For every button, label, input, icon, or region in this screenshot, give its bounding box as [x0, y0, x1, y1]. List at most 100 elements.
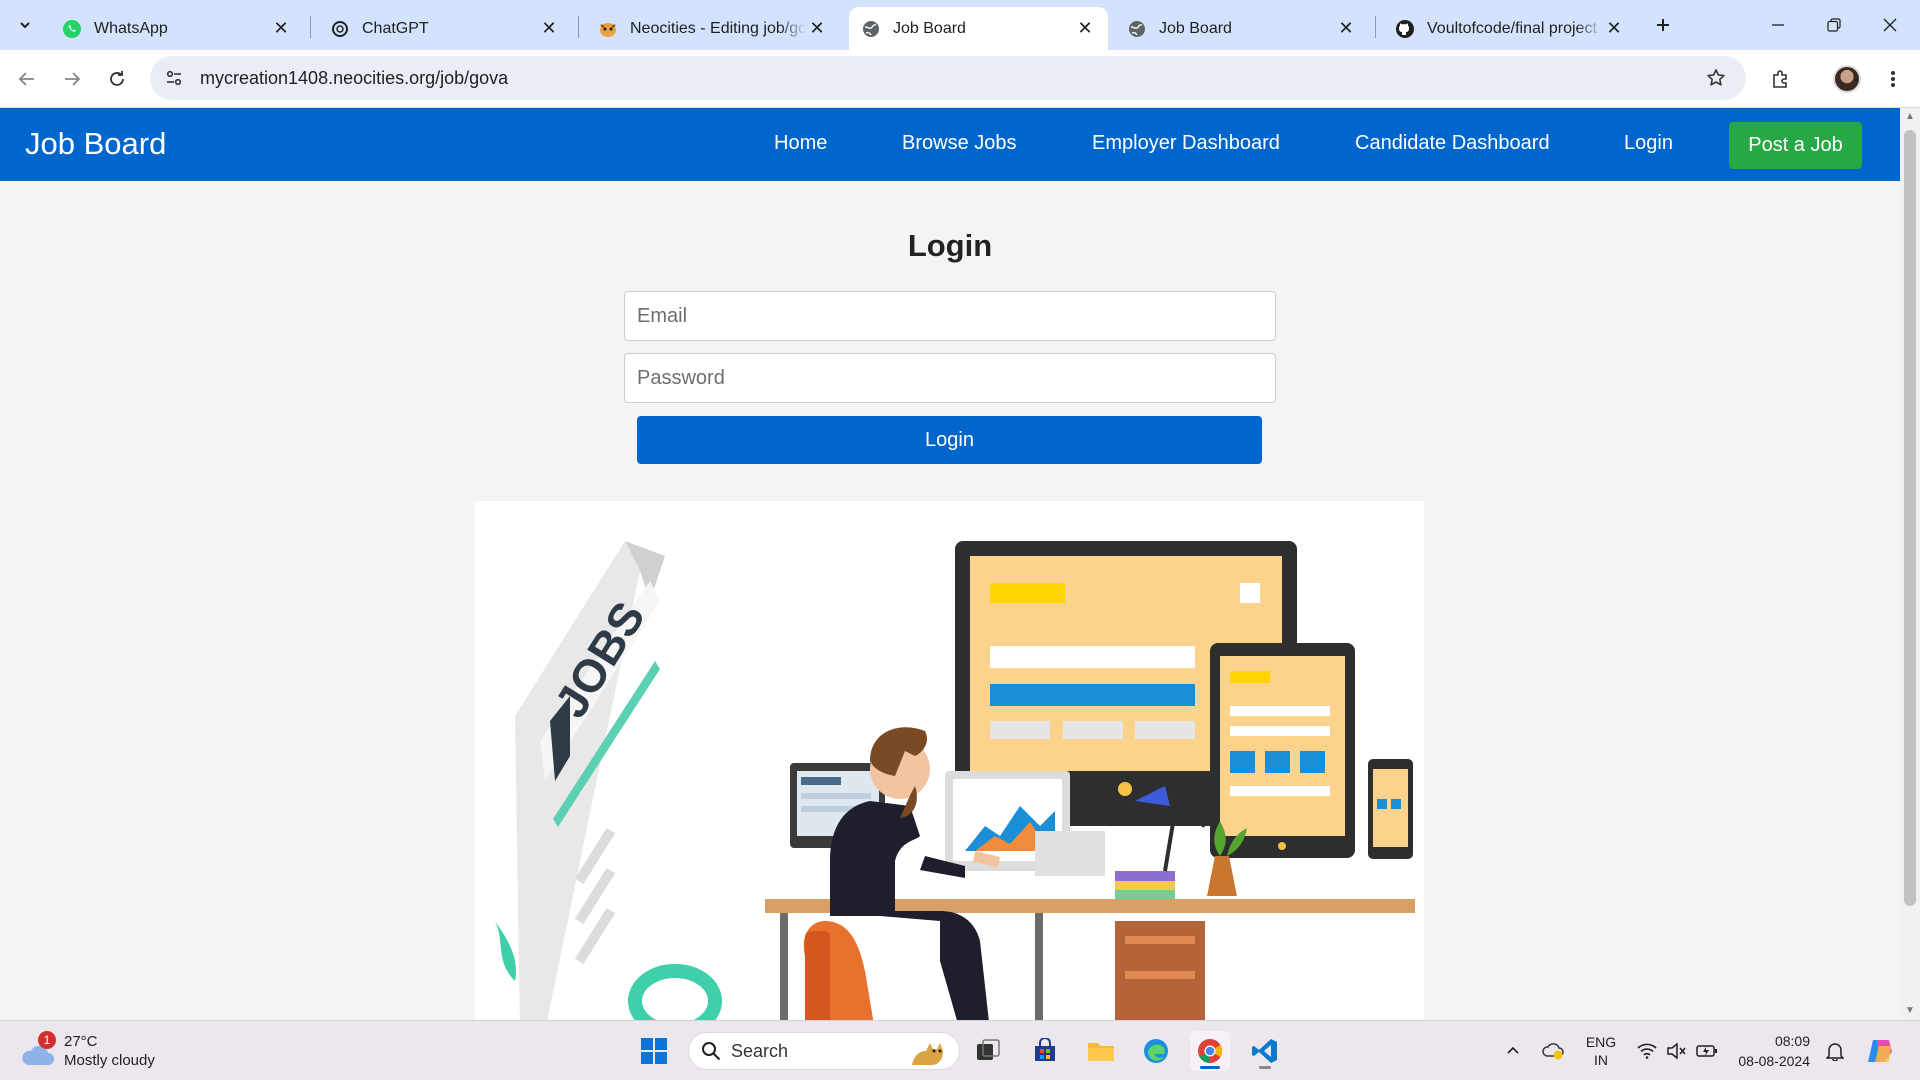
tab-title: Neocities - Editing job/gova: [630, 19, 806, 37]
close-tab-icon[interactable]: ✕: [1074, 18, 1096, 40]
more-vertical-icon: [1891, 71, 1895, 87]
globe-icon: [1127, 19, 1147, 39]
profile-button[interactable]: [1830, 62, 1864, 96]
nav-home[interactable]: Home: [774, 132, 827, 155]
new-tab-button[interactable]: [1650, 12, 1676, 38]
close-icon: [1883, 18, 1897, 32]
nav-employer-dashboard[interactable]: Employer Dashboard: [1092, 132, 1280, 155]
tab-job-board[interactable]: Job Board ✕: [1115, 7, 1369, 50]
windows-taskbar: 1 27°C Mostly cloudy Search ENG IN 08:09…: [0, 1020, 1920, 1080]
bell-icon: [1826, 1043, 1844, 1061]
job-search-illustration: JOBS: [495, 541, 1415, 1020]
browser-toolbar: mycreation1408.neocities.org/job/gova: [0, 50, 1920, 108]
site-info-icon[interactable]: [154, 58, 194, 98]
scrollbar-thumb[interactable]: [1904, 130, 1916, 906]
language-code: ENG: [1585, 1034, 1617, 1050]
scroll-down-icon[interactable]: ▼: [1905, 1006, 1915, 1016]
tab-job-board-active[interactable]: Job Board ✕: [849, 7, 1108, 50]
globe-icon: [861, 19, 881, 39]
battery-button[interactable]: [1694, 1021, 1720, 1080]
restore-icon: [1827, 18, 1841, 32]
folder-icon: [1088, 1043, 1114, 1061]
notifications-button[interactable]: [1822, 1021, 1848, 1080]
scroll-up-icon[interactable]: ▲: [1905, 112, 1915, 122]
tab-github[interactable]: Voultofcode/final project a ✕: [1383, 7, 1637, 50]
close-tab-icon[interactable]: ✕: [1335, 18, 1357, 40]
browser-menu-button[interactable]: [1876, 62, 1910, 96]
search-icon: [702, 1042, 721, 1061]
back-button[interactable]: [10, 62, 44, 96]
task-view-button[interactable]: [968, 1031, 1008, 1071]
post-job-button[interactable]: Post a Job: [1729, 122, 1862, 169]
arrow-right-icon: [65, 72, 81, 86]
tab-separator: [1375, 16, 1376, 38]
copilot-icon: [1868, 1040, 1892, 1062]
tab-neocities[interactable]: Neocities - Editing job/gova ✕: [586, 7, 840, 50]
weather-widget[interactable]: 1 27°C Mostly cloudy: [20, 1031, 170, 1073]
language-indicator[interactable]: ENG IN: [1580, 1021, 1622, 1080]
chrome-button[interactable]: [1190, 1031, 1230, 1071]
arrow-left-icon: [18, 72, 34, 86]
taskbar-search-label: Search: [731, 1040, 789, 1061]
github-icon: [1395, 19, 1415, 39]
close-tab-icon[interactable]: ✕: [538, 18, 560, 40]
chatgpt-icon: [330, 19, 350, 39]
chrome-icon: [1198, 1039, 1222, 1063]
onedrive-warning-icon: [1542, 1043, 1564, 1060]
page-viewport: Job Board Home Browse Jobs Employer Dash…: [0, 108, 1900, 1020]
taskbar-search[interactable]: Search: [688, 1032, 960, 1070]
store-icon: [1035, 1038, 1055, 1061]
weather-temp: 27°C: [64, 1033, 98, 1050]
tab-chatgpt[interactable]: ChatGPT ✕: [318, 7, 572, 50]
tab-separator: [578, 16, 579, 38]
task-view-icon: [977, 1039, 1000, 1060]
close-tab-icon[interactable]: ✕: [1603, 18, 1625, 40]
nav-browse-jobs[interactable]: Browse Jobs: [902, 132, 1017, 155]
battery-charging-icon: [1696, 1045, 1717, 1057]
tab-separator: [310, 16, 311, 38]
running-indicator: [1259, 1066, 1271, 1069]
url-text[interactable]: mycreation1408.neocities.org/job/gova: [200, 68, 508, 89]
chevron-down-icon: [20, 22, 30, 29]
jobs-billboard: JOBS: [495, 541, 722, 1020]
wifi-button[interactable]: [1635, 1021, 1659, 1080]
browser-tab-strip: WhatsApp ✕ ChatGPT ✕ Neocities - Editing…: [0, 0, 1920, 50]
password-field[interactable]: [624, 353, 1276, 403]
tab-title: WhatsApp: [94, 19, 168, 37]
onedrive-tray-button[interactable]: [1538, 1021, 1568, 1080]
volume-muted-icon: [1667, 1043, 1686, 1059]
vscode-button[interactable]: [1245, 1031, 1285, 1071]
taskbar-clock[interactable]: 08:09 08-08-2024: [1730, 1031, 1810, 1071]
running-indicator: [1200, 1066, 1220, 1069]
nav-candidate-dashboard[interactable]: Candidate Dashboard: [1355, 132, 1550, 155]
phone: [1368, 759, 1413, 859]
extensions-button[interactable]: [1764, 62, 1798, 96]
whatsapp-icon: [62, 19, 82, 39]
bookmark-star-icon[interactable]: [1704, 66, 1728, 90]
close-tab-icon[interactable]: ✕: [806, 18, 828, 40]
tab-title: Job Board: [893, 19, 966, 37]
close-tab-icon[interactable]: ✕: [270, 18, 292, 40]
site-brand[interactable]: Job Board: [25, 126, 166, 162]
tab-whatsapp[interactable]: WhatsApp ✕: [50, 7, 304, 50]
login-submit-button[interactable]: Login: [637, 416, 1262, 464]
file-explorer-button[interactable]: [1081, 1031, 1121, 1071]
restore-button[interactable]: [1806, 0, 1862, 50]
nav-login[interactable]: Login: [1624, 132, 1673, 155]
edge-button[interactable]: [1136, 1031, 1176, 1071]
minimize-button[interactable]: [1750, 0, 1806, 50]
page-scrollbar[interactable]: ▲ ▼: [1900, 108, 1920, 1020]
copilot-button[interactable]: [1860, 1021, 1900, 1080]
start-button[interactable]: [634, 1031, 674, 1071]
volume-button[interactable]: [1664, 1021, 1688, 1080]
close-window-button[interactable]: [1862, 0, 1918, 50]
tablet: [1210, 643, 1355, 858]
email-field[interactable]: [624, 291, 1276, 341]
address-bar[interactable]: mycreation1408.neocities.org/job/gova: [150, 56, 1746, 100]
reload-button[interactable]: [100, 62, 134, 96]
chevron-up-icon: [1507, 1046, 1519, 1054]
show-hidden-icons-button[interactable]: [1500, 1021, 1526, 1080]
forward-button[interactable]: [55, 62, 89, 96]
tab-search-button[interactable]: [8, 8, 42, 42]
microsoft-store-button[interactable]: [1025, 1031, 1065, 1071]
